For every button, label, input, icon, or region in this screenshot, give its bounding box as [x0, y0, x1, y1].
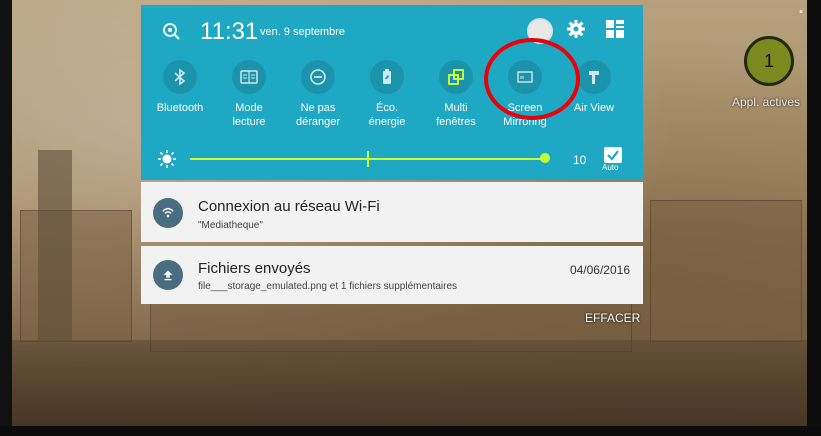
corner-indicator: ▪	[799, 6, 803, 18]
notification-files-sent[interactable]: Fichiers envoyés file___storage_emulated…	[141, 246, 643, 304]
qs-reading-mode[interactable]: Mode lecture	[212, 60, 284, 138]
qs-label: Ne pas déranger	[295, 102, 341, 128]
active-apps-button[interactable]: 1	[744, 36, 794, 86]
qs-label: Éco. énergie	[368, 102, 406, 128]
qs-bluetooth[interactable]: Bluetooth	[143, 60, 215, 138]
notification-title: Connexion au réseau Wi-Fi	[198, 198, 380, 215]
wallpaper-building-right	[650, 200, 802, 342]
notification-date: 04/06/2016	[569, 263, 630, 277]
active-apps-label: Appl. actives	[732, 95, 801, 109]
screen-bezel-right	[807, 0, 821, 436]
auto-brightness-label: Auto	[602, 163, 619, 172]
qs-battery-saver[interactable]: Éco. énergie	[350, 60, 422, 138]
wallpaper-tower	[38, 150, 72, 340]
screen-mirroring-icon	[508, 60, 542, 94]
qs-air-view[interactable]: Air View	[557, 60, 629, 138]
wifi-icon	[153, 198, 183, 228]
qs-label: Bluetooth	[156, 102, 204, 114]
avatar[interactable]	[527, 18, 553, 44]
screen-bezel-bottom	[0, 426, 821, 436]
active-apps-count: 1	[763, 50, 774, 71]
qs-label: Multi fenêtres	[436, 102, 476, 128]
notification-subtitle: "Mediatheque"	[198, 220, 263, 231]
qs-label: Air View	[573, 102, 615, 114]
search-icon[interactable]	[161, 21, 181, 41]
notification-subtitle: file___storage_emulated.png et 1 fichier…	[198, 281, 458, 292]
status-row: 11:31 ven. 9 septembre	[141, 5, 643, 57]
multi-window-icon	[439, 60, 473, 94]
qs-screen-mirroring[interactable]: Screen Mirroring	[488, 60, 560, 138]
reading-mode-icon	[232, 60, 266, 94]
wallpaper-building-left	[20, 210, 132, 342]
wallpaper-water	[12, 340, 807, 426]
air-view-icon	[577, 60, 611, 94]
gear-icon[interactable]	[566, 19, 586, 39]
screen-bezel-left	[0, 0, 12, 436]
qs-do-not-disturb[interactable]: Ne pas déranger	[281, 60, 353, 138]
brightness-icon[interactable]	[157, 149, 177, 169]
notification-title: Fichiers envoyés	[198, 260, 311, 277]
notification-wifi[interactable]: Connexion au réseau Wi-Fi "Mediatheque"	[141, 182, 643, 242]
brightness-slider-marker	[367, 151, 369, 167]
upload-icon	[153, 260, 183, 290]
bluetooth-icon	[163, 60, 197, 94]
clear-notifications-button[interactable]: EFFACER	[585, 311, 640, 325]
clock: 11:31	[200, 18, 259, 45]
do-not-disturb-icon	[301, 60, 335, 94]
auto-brightness-checkbox[interactable]	[604, 147, 622, 163]
date: ven. 9 septembre	[260, 26, 345, 38]
brightness-value: 10	[573, 153, 587, 167]
quick-panel: 11:31 ven. 9 septembre Bluetooth Mode le…	[141, 5, 643, 180]
qs-multi-window[interactable]: Multi fenêtres	[419, 60, 491, 138]
grid-icon[interactable]	[606, 20, 624, 38]
battery-saver-icon	[370, 60, 404, 94]
qs-label: Screen Mirroring	[503, 102, 547, 128]
brightness-slider-handle[interactable]	[540, 153, 550, 163]
qs-label: Mode lecture	[232, 102, 266, 128]
